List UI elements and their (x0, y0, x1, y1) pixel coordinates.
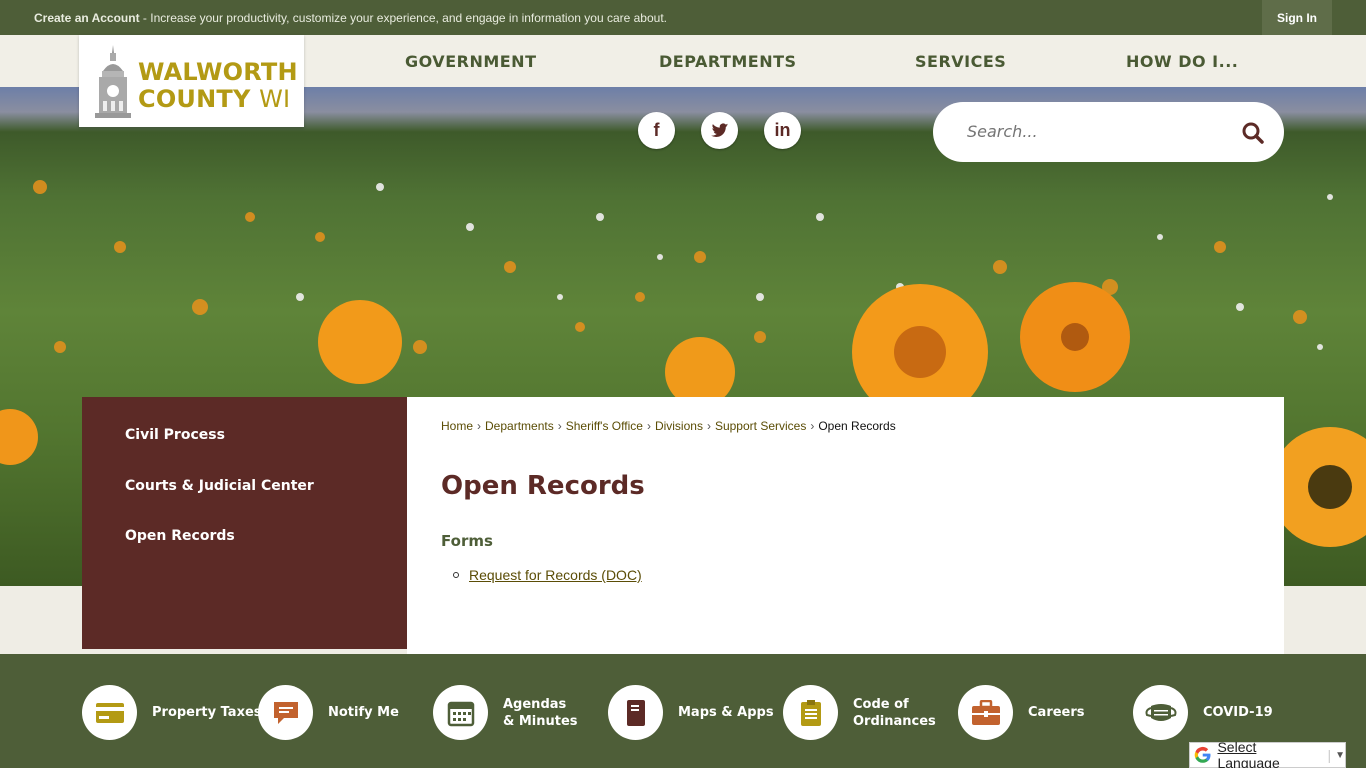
logo-line-1: WALWORTH (138, 58, 298, 86)
quicklink-notify-me[interactable]: Notify Me (258, 685, 399, 740)
request-for-records-link[interactable]: Request for Records (DOC) (469, 567, 642, 583)
account-message: Create an Account - Increase your produc… (34, 11, 667, 25)
sidebar-nav: Civil Process Courts & Judicial Center O… (82, 397, 407, 649)
chat-bubble-icon (258, 685, 313, 740)
county-logo[interactable]: WALWORTH COUNTY WI (79, 35, 304, 127)
book-icon (608, 685, 663, 740)
quicklink-label: COVID-19 (1203, 705, 1273, 720)
account-bar: Create an Account - Increase your produc… (0, 0, 1366, 35)
bullet-icon (453, 572, 459, 578)
calendar-icon (433, 685, 488, 740)
breadcrumb-support-services[interactable]: Support Services (715, 419, 806, 433)
quicklink-label: Agendas & Minutes (503, 696, 578, 729)
forms-list: Request for Records (DOC) (453, 567, 642, 583)
nav-government[interactable]: GOVERNMENT (405, 52, 536, 71)
breadcrumb-separator: › (706, 419, 711, 433)
divider: | (1327, 747, 1332, 763)
page-title: Open Records (441, 471, 645, 501)
search-input[interactable] (967, 122, 1217, 141)
breadcrumb-separator: › (810, 419, 815, 433)
chevron-down-icon: ▼ (1335, 749, 1345, 761)
sidebar-item-civil-process[interactable]: Civil Process (125, 427, 225, 443)
quicklink-label: Maps & Apps (678, 705, 774, 720)
breadcrumb-separator: › (477, 419, 482, 433)
main-content: Home › Departments › Sheriff's Office › Divisi… (407, 397, 1284, 654)
breadcrumb-departments[interactable]: Departments (485, 419, 554, 433)
quicklink-label: Notify Me (328, 705, 399, 720)
quicklink-maps-apps[interactable]: Maps & Apps (608, 685, 774, 740)
breadcrumb-separator: › (646, 419, 651, 433)
quicklink-agendas-minutes[interactable]: Agendas & Minutes (433, 685, 578, 740)
quicklink-label: Careers (1028, 705, 1085, 720)
language-selector[interactable]: Select Language | ▼ (1189, 739, 1346, 768)
facebook-icon[interactable]: f (638, 112, 675, 149)
select-language-label: Select Language (1217, 739, 1280, 768)
quicklink-code-of-ordinances[interactable]: Code of Ordinances (783, 685, 936, 740)
quick-links-bar: Property Taxes Notify Me Agendas & Minut… (0, 654, 1366, 768)
credit-card-icon (82, 685, 137, 740)
nav-how-do-i[interactable]: HOW DO I... (1126, 52, 1238, 71)
logo-county: COUNTY (138, 85, 260, 113)
sidebar-item-courts[interactable]: Courts & Judicial Center (125, 478, 314, 494)
logo-line-2: COUNTY WI (138, 85, 290, 113)
logo-state: WI (259, 85, 291, 113)
clipboard-icon (783, 685, 838, 740)
sign-in-button[interactable]: Sign In (1262, 0, 1332, 35)
breadcrumb-sheriffs-office[interactable]: Sheriff's Office (566, 419, 643, 433)
face-mask-icon (1133, 685, 1188, 740)
search-icon[interactable] (1242, 122, 1264, 144)
quicklink-covid-19[interactable]: COVID-19 (1133, 685, 1273, 740)
breadcrumb-divisions[interactable]: Divisions (655, 419, 703, 433)
list-item: Request for Records (DOC) (453, 567, 642, 583)
breadcrumb-current: Open Records (818, 419, 896, 433)
quicklink-label: Property Taxes (152, 705, 262, 720)
quicklink-label: Code of Ordinances (853, 696, 936, 729)
search-box (933, 102, 1284, 162)
sidebar-item-open-records[interactable]: Open Records (125, 528, 235, 544)
twitter-bird-glyph (710, 122, 728, 137)
google-g-icon (1194, 746, 1211, 763)
nav-departments[interactable]: DEPARTMENTS (659, 52, 797, 71)
quicklink-careers[interactable]: Careers (958, 685, 1085, 740)
twitter-icon[interactable] (701, 112, 738, 149)
account-message-text: - Increase your productivity, customize … (139, 11, 667, 25)
linkedin-icon[interactable]: in (764, 112, 801, 149)
forms-heading: Forms (441, 532, 493, 550)
briefcase-icon (958, 685, 1013, 740)
breadcrumb: Home › Departments › Sheriff's Office › Divisi… (441, 419, 896, 433)
nav-services[interactable]: SERVICES (915, 52, 1006, 71)
quicklink-property-taxes[interactable]: Property Taxes (82, 685, 262, 740)
create-account-link[interactable]: Create an Account (34, 11, 140, 25)
breadcrumb-separator: › (557, 419, 562, 433)
breadcrumb-home[interactable]: Home (441, 419, 473, 433)
courthouse-tower-icon (95, 45, 131, 118)
